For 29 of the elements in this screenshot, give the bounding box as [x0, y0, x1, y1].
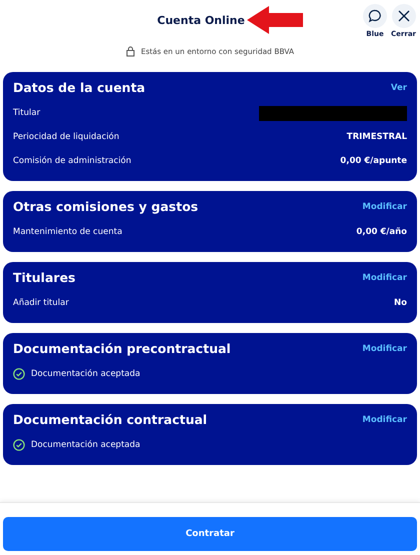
card-title: Documentación contractual: [13, 412, 208, 427]
row-value: No: [394, 298, 407, 308]
contract-button[interactable]: Contratar: [3, 517, 417, 551]
row-label: Añadir titular: [13, 298, 69, 308]
card-link[interactable]: Modificar: [362, 344, 407, 354]
status-text: Documentación aceptada: [31, 369, 140, 379]
row-value: 0,00 €/apunte: [340, 156, 407, 166]
row-label: Periocidad de liquidación: [13, 132, 120, 142]
card-link[interactable]: Modificar: [362, 272, 407, 282]
row-label: Titular: [13, 108, 40, 118]
chat-icon: [368, 9, 382, 23]
check-circle-icon: [13, 368, 25, 380]
arrow-drawing: [246, 6, 303, 34]
row-label: Comisión de administración: [13, 156, 132, 166]
card-title: Documentación precontractual: [13, 341, 231, 356]
card-title: Titulares: [13, 270, 76, 285]
card-link[interactable]: Ver: [390, 82, 407, 92]
page-title: Cuenta Online: [157, 14, 245, 26]
card-title: Datos de la cuenta: [13, 80, 146, 95]
status-text: Documentación aceptada: [31, 440, 140, 450]
row-label: Mantenimiento de cuenta: [13, 227, 122, 237]
row-value: TRIMESTRAL: [346, 132, 407, 142]
card-link[interactable]: Modificar: [362, 414, 407, 424]
lock-icon: [126, 46, 135, 56]
row-value: 0,00 €/año: [356, 227, 407, 237]
check-circle-icon: [13, 439, 25, 451]
card-title: Otras comisiones y gastos: [13, 199, 198, 214]
close-icon: [396, 9, 411, 23]
card-link[interactable]: Modificar: [362, 202, 407, 212]
